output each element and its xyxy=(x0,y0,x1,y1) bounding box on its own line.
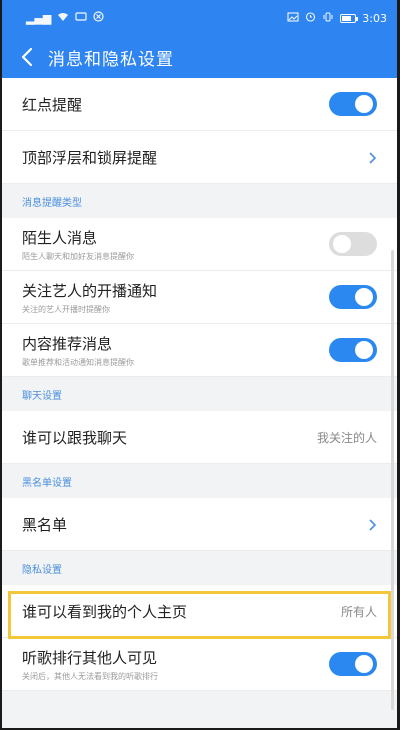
section-message-types: 消息提醒类型 xyxy=(2,184,397,218)
row-subtitle: 陌生人聊天和加好友消息提醒你 xyxy=(22,251,134,261)
row-label: 黑名单 xyxy=(22,515,68,534)
phone-screen: ▂▄▆ 3:03 消息和隐私设置 红点提醒 顶部浮层和锁屏提醒 消息提醒类型 陌… xyxy=(0,0,400,730)
listening-rank-toggle[interactable] xyxy=(329,652,377,676)
status-left: ▂▄▆ xyxy=(26,11,104,25)
chevron-right-icon xyxy=(367,517,377,531)
content-recommend-toggle[interactable] xyxy=(329,338,377,362)
row-subtitle: 关闭后，其他人无法看到我的听歌排行 xyxy=(22,671,158,681)
toggle-knob xyxy=(355,341,373,359)
alarm-icon xyxy=(305,11,316,25)
photo-icon xyxy=(287,11,299,25)
status-right: 3:03 xyxy=(287,11,387,25)
page-title: 消息和隐私设置 xyxy=(48,49,174,70)
vibrate-icon xyxy=(322,12,334,25)
row-subtitle: 歌单推荐和活动通知消息提醒你 xyxy=(22,357,134,367)
row-label: 听歌排行其他人可见 xyxy=(22,648,158,667)
scrollbar[interactable] xyxy=(391,250,394,710)
row-floating-lockscreen[interactable]: 顶部浮层和锁屏提醒 xyxy=(2,131,397,184)
title-bar: 消息和隐私设置 xyxy=(2,36,397,78)
row-listening-rank[interactable]: 听歌排行其他人可见 关闭后，其他人无法看到我的听歌排行 xyxy=(2,638,397,691)
section-privacy: 隐私设置 xyxy=(2,551,397,585)
status-bar: ▂▄▆ 3:03 xyxy=(2,0,397,36)
row-stranger-messages[interactable]: 陌生人消息 陌生人聊天和加好友消息提醒你 xyxy=(2,218,397,271)
row-label: 顶部浮层和锁屏提醒 xyxy=(22,148,158,167)
row-content-recommend[interactable]: 内容推荐消息 歌单推荐和活动通知消息提醒你 xyxy=(2,324,397,377)
row-who-can-chat[interactable]: 谁可以跟我聊天 我关注的人 xyxy=(2,411,397,464)
row-blacklist[interactable]: 黑名单 xyxy=(2,498,397,551)
section-chat: 聊天设置 xyxy=(2,377,397,411)
row-value: 所有人 xyxy=(340,604,377,619)
message-icon xyxy=(75,11,87,25)
artist-live-toggle[interactable] xyxy=(329,285,377,309)
row-red-dot[interactable]: 红点提醒 xyxy=(2,78,397,131)
wifi-icon xyxy=(57,12,69,25)
toggle-knob xyxy=(333,235,351,253)
toggle-knob xyxy=(355,655,373,673)
settings-list: 红点提醒 顶部浮层和锁屏提醒 消息提醒类型 陌生人消息 陌生人聊天和加好友消息提… xyxy=(2,78,397,691)
section-blacklist: 黑名单设置 xyxy=(2,464,397,498)
status-time: 3:03 xyxy=(362,11,387,25)
chevron-right-icon xyxy=(367,150,377,164)
row-label: 红点提醒 xyxy=(22,95,83,114)
stranger-messages-toggle[interactable] xyxy=(329,232,377,256)
row-label: 内容推荐消息 xyxy=(22,334,113,353)
red-dot-toggle[interactable] xyxy=(329,92,377,116)
row-label: 陌生人消息 xyxy=(22,228,98,247)
row-label: 关注艺人的开播通知 xyxy=(22,281,158,300)
row-label: 谁可以跟我聊天 xyxy=(22,428,128,447)
chevron-left-icon[interactable] xyxy=(16,46,38,68)
row-label: 谁可以看到我的个人主页 xyxy=(22,602,188,621)
row-value: 我关注的人 xyxy=(316,430,377,445)
row-artist-live[interactable]: 关注艺人的开播通知 关注的艺人开播时提醒你 xyxy=(2,271,397,324)
row-who-can-see-profile[interactable]: 谁可以看到我的个人主页 所有人 xyxy=(2,585,397,638)
toggle-knob xyxy=(355,95,373,113)
toggle-knob xyxy=(355,288,373,306)
row-subtitle: 关注的艺人开播时提醒你 xyxy=(22,304,110,314)
battery-icon xyxy=(340,13,359,23)
signal-icon: ▂▄▆ xyxy=(26,11,52,25)
nfc-icon xyxy=(93,11,104,25)
